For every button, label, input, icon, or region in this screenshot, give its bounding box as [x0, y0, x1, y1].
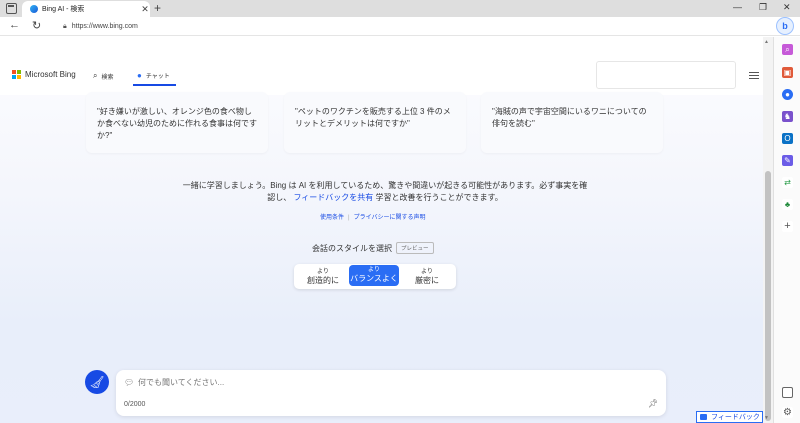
minimize-button[interactable]: —: [733, 2, 742, 12]
url-text: https://www.bing.com: [71, 23, 138, 30]
disclaimer-after: 学習と改善を行うことができます。: [375, 193, 503, 202]
scroll-up-icon[interactable]: ▲: [764, 39, 769, 45]
tree-icon[interactable]: ♣: [782, 199, 793, 210]
lock-icon[interactable]: 🔒︎: [63, 23, 67, 31]
new-topic-broom-icon[interactable]: 🧹︎: [85, 370, 109, 394]
style-option-prefix: より: [317, 269, 329, 275]
outlook-icon[interactable]: O: [782, 133, 793, 144]
disclaimer-text: 一緒に学習しましょう。Bing は AI を利用しているため、驚きや間違いが起き…: [180, 180, 590, 204]
browser-tab[interactable]: Bing AI - 検索 ✕: [22, 1, 150, 17]
page-scrollbar[interactable]: ▲ ▼: [763, 37, 773, 423]
brand-text: Microsoft Bing: [25, 70, 76, 79]
office-icon[interactable]: ✎: [782, 155, 793, 166]
browser-toolbar: ← ↻ 🔒︎ https://www.bing.com: [0, 17, 800, 36]
preview-badge: プレビュー: [396, 242, 434, 254]
settings-gear-icon[interactable]: ⚙: [782, 407, 793, 418]
close-tab-icon[interactable]: ✕: [140, 4, 150, 15]
pin-icon[interactable]: 📌︎: [648, 399, 658, 408]
style-option-label: 厳密に: [415, 276, 439, 285]
style-option-prefix: より: [421, 269, 433, 275]
chat-input[interactable]: [138, 375, 638, 389]
shopping-icon[interactable]: ▣: [782, 67, 793, 78]
scrollbar-thumb[interactable]: [765, 171, 771, 421]
tab-bar: Bing AI - 検索 ✕ + — ❐ ✕: [0, 0, 800, 17]
feedback-icon: [700, 414, 707, 420]
style-option-precise[interactable]: より 厳密に: [402, 264, 452, 289]
chat-icon: ●: [137, 71, 142, 80]
tab-actions-icon[interactable]: [6, 3, 17, 14]
style-option-balanced[interactable]: より バランスよく: [349, 265, 399, 286]
suggestion-card[interactable]: "好き嫌いが激しい、オレンジ色の食べ物しか食べない幼児のために作れる食事は何です…: [86, 92, 268, 153]
legal-links: 使用条件 | プライバシーに関する声明: [320, 212, 425, 221]
brand-logo[interactable]: Microsoft Bing: [12, 70, 76, 79]
style-option-creative[interactable]: より 創造的に: [298, 264, 348, 289]
drop-icon[interactable]: ⇄: [782, 177, 793, 188]
tab-title: Bing AI - 検索: [42, 6, 85, 13]
bing-sidebar-icon[interactable]: b: [776, 17, 794, 35]
scroll-down-icon[interactable]: ▼: [764, 415, 769, 421]
bing-header: Microsoft Bing ⌕ 検索 ● チャット: [0, 37, 763, 95]
feedback-label: フィードバック: [711, 414, 760, 421]
active-tab-indicator: [133, 84, 176, 86]
chat-bubble-icon: 💬︎: [124, 378, 135, 387]
style-option-label: バランスよく: [350, 274, 398, 283]
search-icon: ⌕: [93, 71, 98, 80]
restore-button[interactable]: ❐: [759, 2, 767, 13]
conversation-style-selector: より 創造的に より バランスよく より 厳密に: [294, 264, 456, 289]
tab-chat[interactable]: ● チャット: [137, 71, 170, 80]
tab-search[interactable]: ⌕ 検索: [93, 71, 114, 81]
conversation-style-heading: 会話のスタイルを選択 プレビュー: [312, 242, 434, 254]
char-counter: 0/2000: [124, 401, 146, 408]
search-sidebar-icon[interactable]: ⌕: [782, 44, 793, 55]
tab-chat-label: チャット: [145, 74, 170, 80]
tools-icon[interactable]: ●: [782, 89, 793, 100]
bing-chat-page: Microsoft Bing ⌕ 検索 ● チャット "好き嫌いが激しい、オレン…: [0, 37, 763, 423]
suggestion-card[interactable]: "ペットのワクチンを販売する上位 3 件のメリットとデメリットは何ですか": [284, 92, 466, 153]
feedback-link[interactable]: フィードバックを共有: [293, 193, 373, 202]
link-divider: |: [348, 215, 350, 221]
style-option-label: 創造的に: [307, 276, 339, 285]
account-area[interactable]: [596, 61, 736, 89]
bing-favicon-icon: [30, 5, 38, 13]
edge-sidebar: ⌕ ▣ ● ♞ O ✎ ⇄ ♣ + ⚙: [773, 37, 800, 423]
menu-icon[interactable]: [749, 72, 759, 81]
window-close-button[interactable]: ✕: [783, 2, 791, 13]
style-option-prefix: より: [368, 267, 380, 273]
suggestion-card[interactable]: "海賊の声で宇宙空間にいるワニについての俳句を読む": [481, 92, 663, 153]
hide-sidebar-icon[interactable]: [782, 387, 793, 398]
tab-search-label: 検索: [101, 74, 114, 81]
feedback-button[interactable]: フィードバック: [696, 411, 763, 423]
chat-input-box: 💬︎ 0/2000 📌︎: [116, 370, 666, 416]
back-icon[interactable]: ←: [9, 19, 20, 31]
address-bar[interactable]: 🔒︎ https://www.bing.com: [55, 18, 765, 35]
style-title-text: 会話のスタイルを選択: [312, 243, 392, 253]
games-icon[interactable]: ♞: [782, 111, 793, 122]
privacy-link[interactable]: プライバシーに関する声明: [354, 215, 426, 221]
terms-link[interactable]: 使用条件: [320, 215, 344, 221]
new-tab-button[interactable]: +: [154, 2, 161, 14]
refresh-icon[interactable]: ↻: [32, 19, 41, 32]
add-icon[interactable]: +: [782, 221, 793, 232]
microsoft-logo-icon: [12, 70, 21, 79]
